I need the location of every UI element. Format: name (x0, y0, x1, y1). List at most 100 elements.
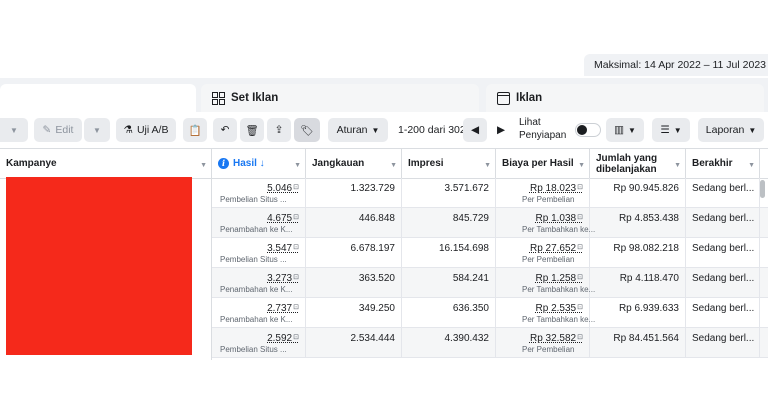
table-cell-impresi: 4.390.432 (402, 328, 496, 358)
info-box-icon: ⊡ (577, 214, 583, 221)
table-cell-jangkauan: 2.534.444 (306, 328, 402, 358)
toolbar: ▼ ✎ Edit ▼ ⚗ Uji A/B 📋 ↶ 🗑 ⇪ 🏷 Aturan ▼ … (0, 112, 768, 148)
table-cell-impresi: 3.571.672 (402, 178, 496, 208)
info-box-icon: ⊡ (293, 274, 299, 281)
cell-subtext: Per Tambahkan ke... (522, 225, 596, 234)
cell-subtext: Per Tambahkan ke... (522, 285, 596, 294)
info-icon[interactable]: i (218, 158, 229, 169)
edit-button[interactable]: ✎ Edit (34, 118, 82, 142)
ab-test-button[interactable]: ⚗ Uji A/B (116, 118, 176, 142)
cell-value[interactable]: 4.675⊡ (267, 213, 299, 224)
info-box-icon: ⊡ (293, 244, 299, 251)
table-row[interactable]: 5.046⊡ Pembelian Situs ... 1.323.729 3.571.… (212, 178, 768, 208)
table-row[interactable]: 3.547⊡ Pembelian Situs ... 6.678.197 16.154… (212, 238, 768, 268)
cell-subtext: Pembelian Situs ... (220, 195, 287, 204)
cell-subtext: Per Tambahkan ke... (522, 315, 596, 324)
grid-icon (211, 91, 225, 105)
cell-value[interactable]: 2.592⊡ (267, 333, 299, 344)
chevron-right-icon: ▶ (496, 124, 506, 136)
cell-subtext: Pembelian Situs ... (220, 255, 287, 264)
columns-icon: ▥ (614, 124, 624, 136)
cell-value[interactable]: 3.273⊡ (267, 273, 299, 284)
clipboard-button[interactable]: 📋 (183, 118, 207, 142)
table-row[interactable]: 4.675⊡ Penambahan ke K... 446.848 845.729 Rp… (212, 208, 768, 238)
table-cell-hasil: 2.737⊡ Penambahan ke K... (212, 298, 306, 328)
cell-value: 845.729 (452, 213, 489, 224)
table-cell-hasil: 3.273⊡ Penambahan ke K... (212, 268, 306, 298)
chevron-down-icon: ▼ (673, 125, 682, 135)
clipboard-icon: 📋 (188, 124, 202, 137)
cell-value: Rp 4.853.438 (618, 213, 679, 224)
column-header-impressions[interactable]: Impresi ▼ (402, 149, 496, 179)
cell-value[interactable]: Rp 1.258⊡ (536, 273, 583, 284)
cell-value: 1.323.729 (350, 183, 396, 194)
redacted-campaign-names (6, 177, 192, 355)
cell-value[interactable]: Rp 27.652⊡ (530, 243, 583, 254)
vertical-scrollbar[interactable] (760, 180, 765, 198)
column-header-reach[interactable]: Jangkauan ▼ (306, 149, 402, 179)
export-button[interactable]: ⇪ (267, 118, 291, 142)
date-range-picker[interactable]: Maksimal: 14 Apr 2022 – 11 Jul 2023 ▼ (584, 54, 768, 76)
cell-value: Sedang berl... (692, 243, 755, 254)
info-box-icon: ⊡ (577, 274, 583, 281)
cell-value: Rp 98.082.218 (613, 243, 679, 254)
column-header-ends[interactable]: Berakhir ▼ (686, 149, 760, 179)
chevron-down-icon: ▼ (748, 125, 757, 135)
page-bottom (0, 360, 768, 419)
table-cell-hasil: 2.592⊡ Pembelian Situs ... (212, 328, 306, 358)
tag-button[interactable]: 🏷 (294, 118, 320, 142)
cell-value[interactable]: 2.737⊡ (267, 303, 299, 314)
tab-ad-sets[interactable]: Set Iklan (201, 84, 479, 112)
cell-value[interactable]: Rp 2.535⊡ (536, 303, 583, 314)
preview-setup-toggle[interactable] (575, 123, 601, 137)
column-header-overflow (760, 149, 768, 179)
reports-button[interactable]: Laporan ▼ (698, 118, 764, 142)
cell-value: 6.678.197 (350, 243, 396, 254)
pencil-icon: ✎ (42, 124, 52, 136)
trash-icon: 🗑 (245, 124, 259, 137)
undo-icon: ↶ (220, 124, 230, 136)
column-header-results[interactable]: i Hasil ↓ ▼ (212, 149, 306, 179)
info-box-icon: ⊡ (293, 334, 299, 341)
info-box-icon: ⊡ (577, 304, 583, 311)
breakdown-icon: ☰ (660, 124, 670, 136)
tab-ads[interactable]: Iklan (486, 84, 764, 112)
columns-button[interactable]: ▥ ▼ (606, 118, 644, 142)
prev-page-button[interactable]: ◀ (463, 118, 487, 142)
cell-value[interactable]: Rp 18.023⊡ (530, 183, 583, 194)
undo-button[interactable]: ↶ (213, 118, 237, 142)
column-header-amount-spent[interactable]: Jumlah yang dibelanjakan ▼ (590, 149, 686, 179)
duplicate-dropdown-button[interactable]: ▼ (0, 118, 28, 142)
edit-dropdown-button[interactable]: ▼ (84, 118, 110, 142)
cell-value[interactable]: Rp 1.038⊡ (536, 213, 583, 224)
column-header-cost-per-result[interactable]: Biaya per Hasil ▼ (496, 149, 590, 179)
info-box-icon: ⊡ (293, 304, 299, 311)
cell-value: 363.520 (358, 273, 395, 284)
cell-subtext: Penambahan ke K... (220, 315, 293, 324)
table-cell-impresi: 845.729 (402, 208, 496, 238)
table-row[interactable]: 2.737⊡ Penambahan ke K... 349.250 636.350 Rp… (212, 298, 768, 328)
next-page-button[interactable]: ▶ (489, 118, 513, 142)
table-row[interactable]: 2.592⊡ Pembelian Situs ... 2.534.444 4.390.… (212, 328, 768, 358)
cell-value[interactable]: 5.046⊡ (267, 183, 299, 194)
table-cell-biaya: Rp 27.652⊡ Per Pembelian (496, 238, 590, 268)
tab-campaigns[interactable] (0, 84, 196, 112)
cell-value[interactable]: Rp 32.582⊡ (530, 333, 583, 344)
rules-button[interactable]: Aturan ▼ (328, 118, 388, 142)
chevron-down-icon: ▼ (10, 125, 18, 135)
cell-value: Sedang berl... (692, 213, 755, 224)
cell-value: Rp 90.945.826 (613, 183, 679, 194)
table-cell-jumlah: Rp 98.082.218 (590, 238, 686, 268)
cell-value[interactable]: 3.547⊡ (267, 243, 299, 254)
tab-ads-label: Iklan (516, 92, 543, 104)
flask-icon: ⚗ (123, 124, 133, 136)
cell-subtext: Penambahan ke K... (220, 225, 293, 234)
table-row[interactable]: 3.273⊡ Penambahan ke K... 363.520 584.241 Rp… (212, 268, 768, 298)
cell-value: 4.390.432 (444, 333, 490, 344)
window-icon (496, 91, 510, 105)
column-header-campaign[interactable]: Kampanye ▼ (0, 149, 212, 179)
breakdown-button[interactable]: ☰ ▼ (652, 118, 690, 142)
table-cell-jumlah: Rp 90.945.826 (590, 178, 686, 208)
delete-button[interactable]: 🗑 (240, 118, 264, 142)
cell-subtext: Per Pembelian (522, 255, 575, 264)
